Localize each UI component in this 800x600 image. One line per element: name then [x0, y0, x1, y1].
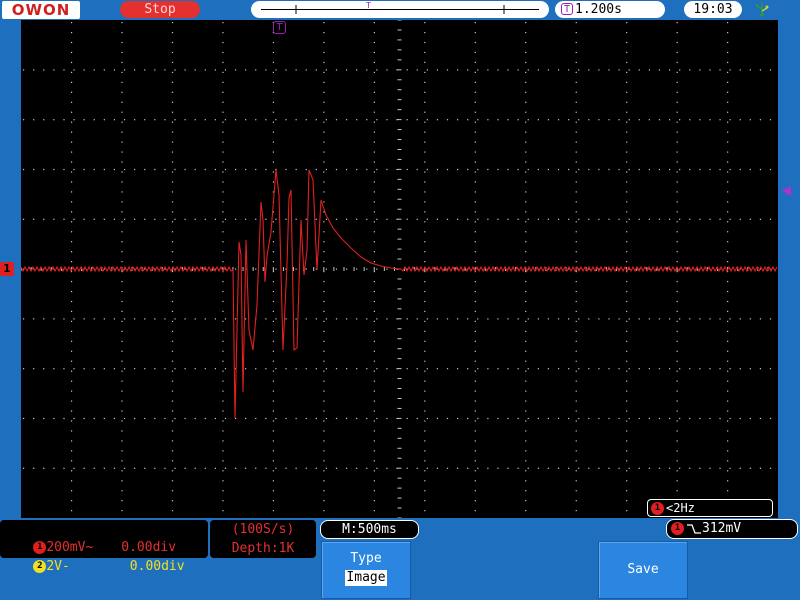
freq-value: <2Hz [666, 501, 695, 515]
save-softkey[interactable]: Save [598, 541, 688, 599]
triangle-left-icon[interactable] [780, 185, 792, 197]
memory-depth: Depth:1K [231, 541, 295, 556]
horizontal-position-readout: T 1.200s [555, 1, 665, 18]
type-softkey[interactable]: Type Image [321, 541, 411, 599]
falling-edge-icon [687, 523, 701, 534]
owon-logo: OWON [2, 1, 80, 19]
acquisition-info-panel: (100S/s) Depth:1K [210, 520, 316, 558]
memory-position-bar: T [251, 1, 549, 18]
type-label: Type [350, 551, 382, 566]
clock: 19:03 [684, 1, 742, 18]
ch1-info-row[interactable]: 1 200mV~ 0.00div [2, 521, 176, 555]
ch1-waveform-trace [20, 169, 778, 419]
waveform-display[interactable] [20, 19, 778, 519]
run-state-badge[interactable]: Stop [120, 1, 200, 18]
ch2-scale: 2V- [46, 559, 70, 574]
ch1-ground-marker[interactable]: 1 [0, 262, 14, 276]
usb-icon [756, 3, 769, 17]
channel-info-panel: 1 200mV~ 0.00div 2 2V- 0.00div [0, 520, 208, 574]
trigger-level-readout[interactable]: 1 312mV [666, 519, 798, 539]
frequency-readout: 1 <2Hz [647, 499, 773, 517]
trigger-channel-badge: 1 [671, 522, 684, 535]
ch2-info-row[interactable]: 2 2V- 0.00div [2, 540, 185, 574]
ch2-offset: 0.00div [129, 559, 185, 574]
memory-position-bar-graphic: T [261, 1, 539, 14]
type-value: Image [345, 570, 387, 586]
sample-rate: (100S/s) [231, 522, 295, 537]
freq-channel-badge: 1 [651, 502, 664, 515]
timebase-readout[interactable]: M:500ms [320, 520, 419, 539]
trigger-time-icon: T [561, 3, 573, 15]
mem-trigger-marker: T [365, 1, 371, 10]
ch2-badge: 2 [33, 560, 47, 573]
trigger-level-value: 312mV [702, 521, 742, 536]
horizontal-position-value: 1.200s [575, 2, 622, 17]
graticule [20, 19, 778, 519]
trigger-position-icon[interactable]: T [273, 21, 286, 34]
